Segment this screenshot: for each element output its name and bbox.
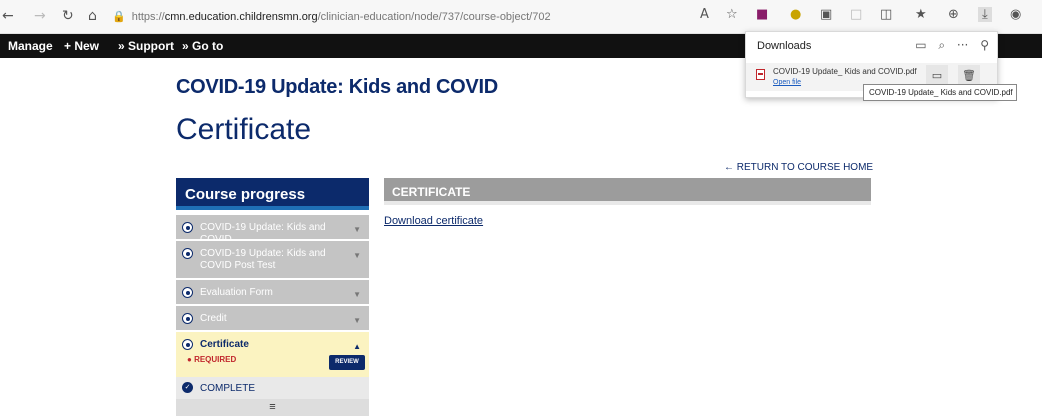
new-link[interactable]: + New [64, 39, 99, 53]
progress-item-evaluation[interactable]: Evaluation Form ▼ [176, 279, 369, 304]
progress-item-post-test[interactable]: COVID-19 Update: Kids and COVID Post Tes… [176, 240, 369, 278]
address-bar[interactable]: 🔒 https://cmn.education.childrensmn.org/c… [112, 7, 692, 27]
course-progress-header: Course progress [176, 178, 369, 210]
chevron-down-icon: ▼ [353, 316, 361, 325]
download-file-name: COVID-19 Update_ Kids and COVID.pdf [773, 67, 917, 76]
file-tooltip: COVID-19 Update_ Kids and COVID.pdf [863, 84, 1017, 101]
radio-icon [182, 339, 193, 350]
downloads-icon[interactable]: ⤓ [978, 7, 992, 22]
favorites-bar-icon[interactable]: ★ [915, 7, 927, 22]
progress-item-label: COVID-19 Update: Kids and COVID Post Tes… [200, 248, 326, 271]
forward-icon[interactable]: → [34, 8, 46, 24]
pin-icon[interactable]: ⚲ [980, 38, 989, 52]
chevron-down-icon: ▼ [353, 251, 361, 260]
alert-icon: ● [187, 355, 195, 364]
certificate-panel-header: CERTIFICATE [384, 178, 871, 205]
progress-item-certificate[interactable]: Certificate ▲ ● REQUIRED REVIEW [176, 331, 369, 377]
collections-icon[interactable]: ⊕ [948, 7, 959, 22]
radio-icon [182, 313, 193, 324]
read-aloud-icon[interactable]: A [700, 7, 709, 22]
review-button[interactable]: REVIEW [329, 355, 365, 370]
extension-icon[interactable]: ● [790, 7, 801, 22]
url-host: cmn.education.childrensmn.org [164, 11, 318, 23]
search-icon[interactable]: ⌕ [938, 38, 945, 52]
pdf-icon [756, 69, 765, 80]
progress-item-credit[interactable]: Credit ▼ [176, 305, 369, 330]
chevron-up-icon: ▲ [353, 342, 361, 351]
complete-status: ✓ COMPLETE [176, 377, 369, 399]
lock-icon: 🔒 [112, 10, 126, 23]
more-icon[interactable]: ··· [957, 38, 968, 52]
support-link[interactable]: » Support [118, 39, 174, 53]
folder-icon[interactable]: ▭ [915, 38, 926, 52]
progress-item-intro[interactable]: COVID-19 Update: Kids and COVID ▼ [176, 214, 369, 245]
extension-icon[interactable]: □ [850, 7, 862, 22]
split-screen-icon[interactable]: ◫ [880, 7, 892, 22]
manage-link[interactable]: Manage [8, 39, 53, 53]
open-file-link[interactable]: Open file [773, 79, 801, 86]
menu-icon[interactable]: ≡ [176, 399, 369, 416]
progress-item-label: Certificate [200, 339, 249, 350]
back-icon[interactable]: ← [2, 8, 14, 24]
goto-link[interactable]: » Go to [182, 39, 223, 53]
browser-toolbar: ← → ↻ ⌂ 🔒 https://cmn.education.childrens… [0, 0, 1042, 34]
favorite-icon[interactable]: ☆ [726, 7, 738, 22]
extension-icon[interactable]: ▣ [820, 7, 832, 22]
check-icon: ✓ [182, 382, 193, 393]
url-path: /clinician-education/node/737/course-obj… [317, 11, 551, 23]
download-certificate-link[interactable]: Download certificate [384, 215, 483, 227]
radio-icon [182, 287, 193, 298]
page-title: Certificate [176, 113, 312, 146]
extension-icon[interactable]: ■ [756, 7, 768, 22]
progress-item-label: Credit [200, 313, 227, 324]
downloads-title: Downloads [757, 40, 812, 52]
home-icon[interactable]: ⌂ [88, 8, 97, 24]
radio-icon [182, 222, 193, 233]
progress-item-label: Evaluation Form [200, 287, 273, 298]
radio-icon [182, 248, 193, 259]
profile-icon[interactable]: ◉ [1010, 7, 1021, 22]
course-title: COVID-19 Update: Kids and COVID [176, 76, 498, 98]
chevron-down-icon: ▼ [353, 225, 361, 234]
chevron-down-icon: ▼ [353, 290, 361, 299]
return-to-course-link[interactable]: ← RETURN TO COURSE HOME [724, 162, 873, 173]
required-badge: ● REQUIRED [187, 355, 237, 364]
refresh-icon[interactable]: ↻ [62, 8, 74, 24]
